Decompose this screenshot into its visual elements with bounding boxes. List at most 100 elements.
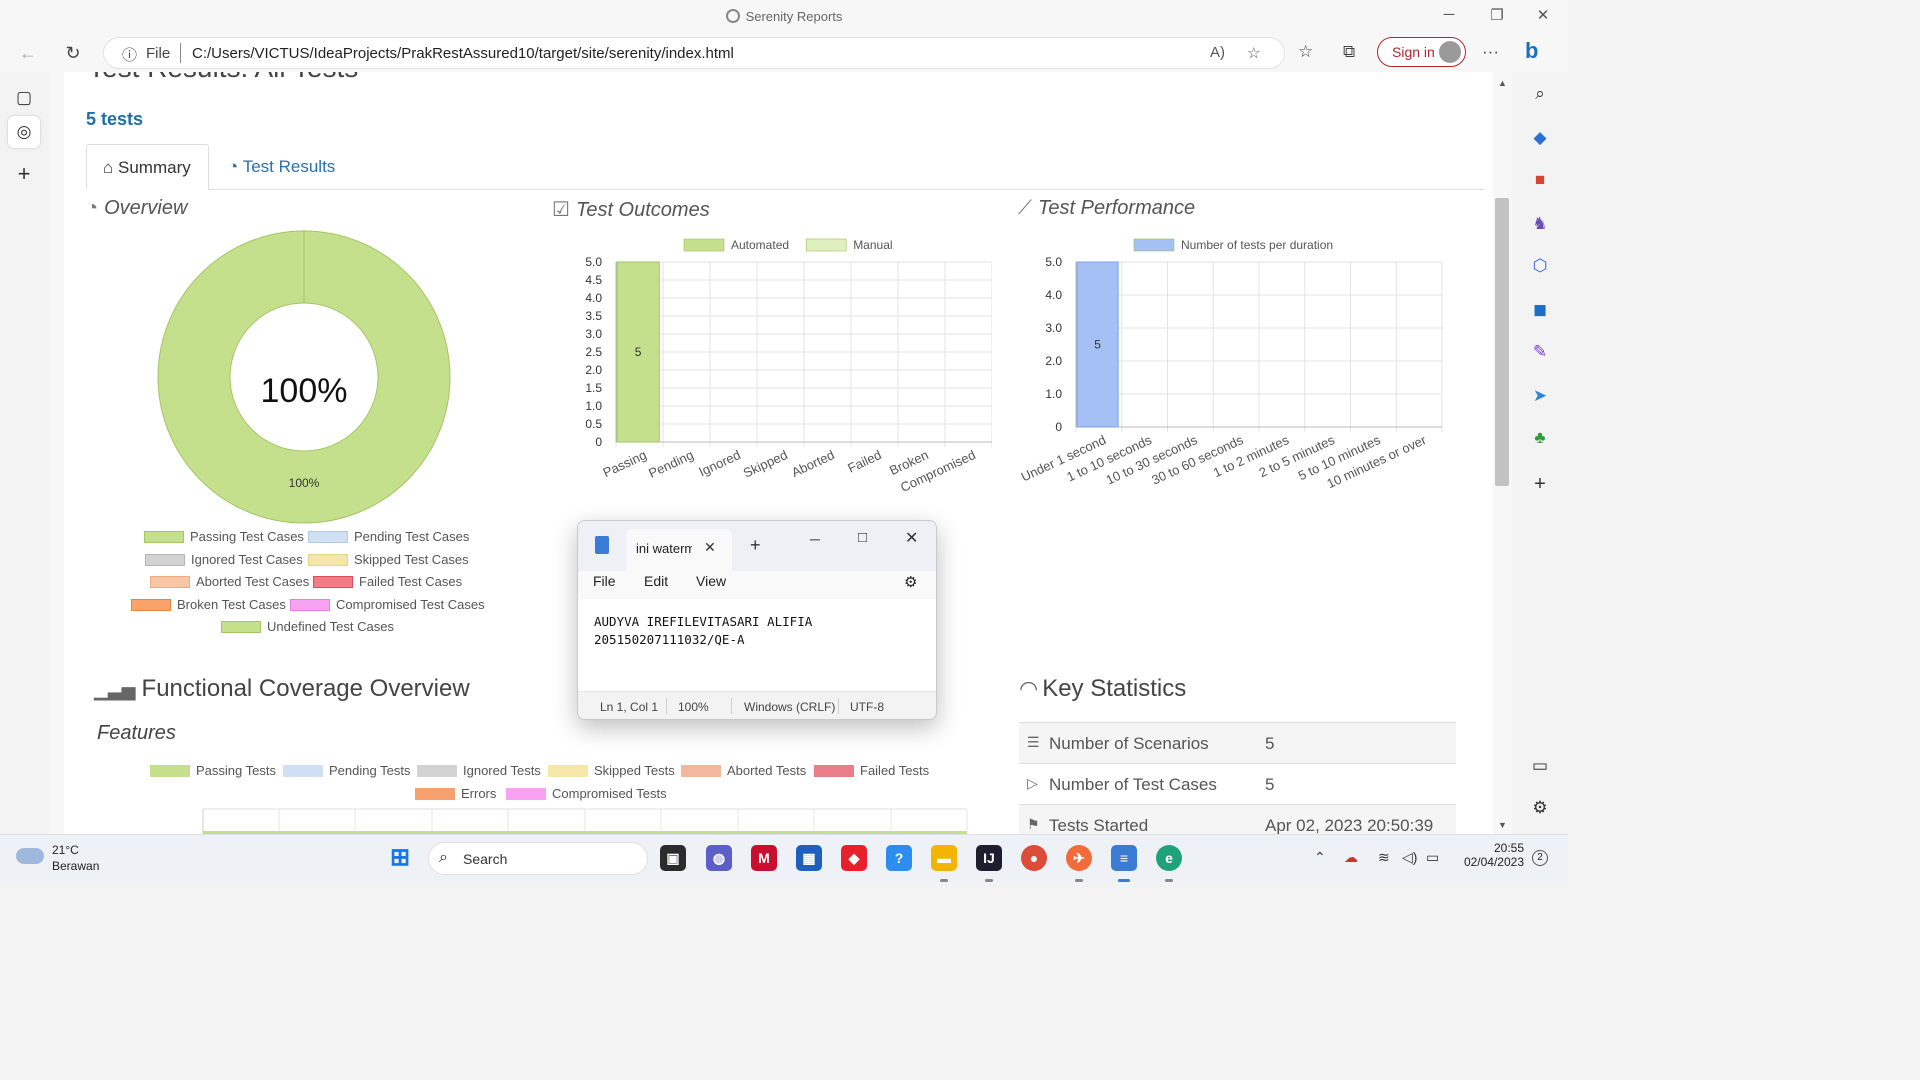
overview-legend-pending[interactable]: Pending Test Cases [308, 529, 469, 544]
features-legend-ignored[interactable]: Ignored Tests [417, 763, 541, 778]
menu-file[interactable]: File [593, 573, 616, 589]
overview-legend-aborted[interactable]: Aborted Test Cases [150, 574, 309, 589]
collections-icon[interactable]: ⧉ [1343, 42, 1355, 62]
features-legend-skipped[interactable]: Skipped Tests [548, 763, 675, 778]
tab-test-results[interactable]: ◔ Test Results [212, 144, 351, 190]
legend-label: Skipped Test Cases [354, 552, 469, 567]
system-clock[interactable]: 20:55 02/04/2023 [1460, 841, 1524, 869]
info-icon[interactable]: ⓘ [122, 44, 137, 65]
tab-actions-icon[interactable]: ▢ [8, 82, 40, 114]
sign-in-button[interactable]: Sign in [1377, 37, 1466, 67]
features-legend-errors[interactable]: Errors [415, 786, 496, 801]
menu-edit[interactable]: Edit [644, 573, 668, 589]
postman-icon[interactable]: ✈ [1066, 845, 1092, 871]
wifi-icon[interactable]: ≋ [1378, 849, 1390, 866]
notepad-taskbar-icon[interactable]: ≡ [1111, 845, 1137, 871]
battery-icon[interactable]: ▭ [1426, 849, 1439, 866]
start-icon[interactable]: ⊞ [387, 845, 413, 871]
refresh-icon[interactable]: ↻ [59, 40, 87, 66]
add-sidebar-icon[interactable]: + [1528, 472, 1552, 496]
address-bar[interactable]: ⓘ File C:/Users/VICTUS/IdeaProjects/Prak… [103, 37, 1285, 69]
overview-legend-passing[interactable]: Passing Test Cases [144, 529, 304, 544]
tab-summary[interactable]: ⌂ Summary [86, 144, 209, 190]
overview-legend-skipped[interactable]: Skipped Test Cases [308, 552, 469, 567]
close-window-icon[interactable]: ✕ [1528, 6, 1558, 24]
notepad-maximize-icon[interactable]: □ [858, 529, 867, 546]
overview-heading: ◔ Overview [86, 197, 187, 220]
stat-label: Number of Scenarios [1049, 734, 1209, 753]
restore-icon[interactable]: ❐ [1482, 6, 1512, 24]
notification-badge[interactable]: 2 [1532, 850, 1548, 866]
legend-swatch [805, 238, 847, 252]
close-tab-icon[interactable]: ✕ [704, 539, 716, 556]
tools-icon[interactable]: ■ [1528, 168, 1552, 192]
outcomes-bar-chart: Automated Manual 0 0.5 1.0 1.5 2.0 2.5 3.0 3.5 4.0… [585, 238, 992, 495]
notepad-editor[interactable]: AUDYVA IREFILEVITASARI ALIFIA 20515020711… [578, 599, 936, 689]
outlook-icon[interactable]: ◼ [1528, 298, 1552, 322]
minimize-icon[interactable]: ─ [1434, 6, 1464, 23]
features-legend-pending[interactable]: Pending Tests [283, 763, 410, 778]
read-aloud-icon[interactable]: A) [1210, 44, 1225, 61]
hide-sidebar-icon[interactable]: ▭ [1528, 754, 1552, 778]
file-explorer-icon[interactable]: ▬ [931, 845, 957, 871]
send-icon[interactable]: ➤ [1528, 384, 1552, 408]
scrollbar-thumb[interactable] [1495, 198, 1509, 486]
overview-legend-broken[interactable]: Broken Test Cases [131, 597, 286, 612]
taskbar-search[interactable]: ⌕ Search [428, 842, 648, 875]
favorites-icon[interactable]: ☆ [1298, 42, 1313, 62]
chrome-icon[interactable]: ● [1021, 845, 1047, 871]
y-tick-label: 4.0 [1045, 288, 1062, 302]
back-icon[interactable]: ← [14, 40, 42, 66]
notepad-tab[interactable]: ini watermark ✕ [626, 529, 732, 571]
url-text[interactable]: C:/Users/VICTUS/IdeaProjects/PrakRestAss… [192, 45, 734, 62]
overview-legend-ignored[interactable]: Ignored Test Cases [145, 552, 303, 567]
intellij-icon[interactable]: IJ [976, 845, 1002, 871]
tree-icon[interactable]: ♣ [1528, 426, 1552, 450]
settings-icon[interactable]: ⚙ [1528, 796, 1552, 820]
features-legend-failed[interactable]: Failed Tests [814, 763, 929, 778]
shopping-icon[interactable]: ◆ [1528, 126, 1552, 150]
scroll-up-icon[interactable]: ▲ [1498, 78, 1507, 88]
y-tick-label: 0 [1055, 420, 1062, 434]
status-divider [838, 698, 839, 714]
edge-icon[interactable]: e [1156, 845, 1182, 871]
menu-view[interactable]: View [696, 573, 726, 589]
task-view-icon[interactable]: ▣ [660, 845, 686, 871]
search-icon[interactable]: ⌕ [1528, 82, 1552, 106]
y-tick-label: 4.0 [585, 291, 602, 305]
chat-icon[interactable]: ◍ [706, 845, 732, 871]
bing-icon[interactable]: b [1525, 38, 1538, 64]
new-tab-icon[interactable]: + [8, 158, 40, 190]
notepad-settings-icon[interactable]: ⚙ [904, 573, 917, 591]
features-legend-passing[interactable]: Passing Tests [150, 763, 276, 778]
serenity-tab-icon[interactable]: ◎ [8, 116, 40, 148]
games-icon[interactable]: ♞ [1528, 212, 1552, 236]
chevron-up-icon[interactable]: ⌃ [1314, 849, 1326, 866]
office-icon[interactable]: ⬡ [1528, 254, 1552, 278]
more-icon[interactable]: ··· [1482, 42, 1499, 62]
legend-swatch [145, 554, 185, 566]
scroll-down-icon[interactable]: ▼ [1498, 820, 1507, 830]
overview-legend-compromised[interactable]: Compromised Test Cases [290, 597, 485, 612]
add-favorite-icon[interactable]: ☆ [1247, 44, 1260, 62]
mcafee-icon[interactable]: M [751, 845, 777, 871]
notepad-minimize-icon[interactable]: ─ [810, 531, 820, 547]
volume-icon[interactable]: ◁) [1402, 849, 1417, 866]
overview-legend-undefined[interactable]: Undefined Test Cases [221, 619, 394, 634]
legend-label: Automated [731, 238, 789, 252]
overview-legend-failed[interactable]: Failed Test Cases [313, 574, 462, 589]
features-legend-compromised[interactable]: Compromised Tests [506, 786, 667, 801]
features-legend-aborted[interactable]: Aborted Tests [681, 763, 806, 778]
mcafee-tray-icon[interactable]: ☁ [1344, 849, 1358, 866]
store-icon[interactable]: ▦ [796, 845, 822, 871]
notepad-close-icon[interactable]: ✕ [905, 528, 918, 548]
red-app-icon[interactable]: ◆ [841, 845, 867, 871]
page-scrollbar[interactable]: ▲ ▼ [1493, 72, 1512, 834]
caret-right-icon[interactable]: ▷ [1027, 775, 1038, 792]
legend-label: Aborted Tests [727, 763, 807, 778]
help-icon[interactable]: ? [886, 845, 912, 871]
designer-icon[interactable]: ✎ [1528, 340, 1552, 364]
new-tab-icon[interactable]: + [750, 535, 761, 556]
table-row[interactable]: ▷ Number of Test Cases 5 [1019, 764, 1456, 805]
y-tick-label: 3.0 [1045, 321, 1062, 335]
